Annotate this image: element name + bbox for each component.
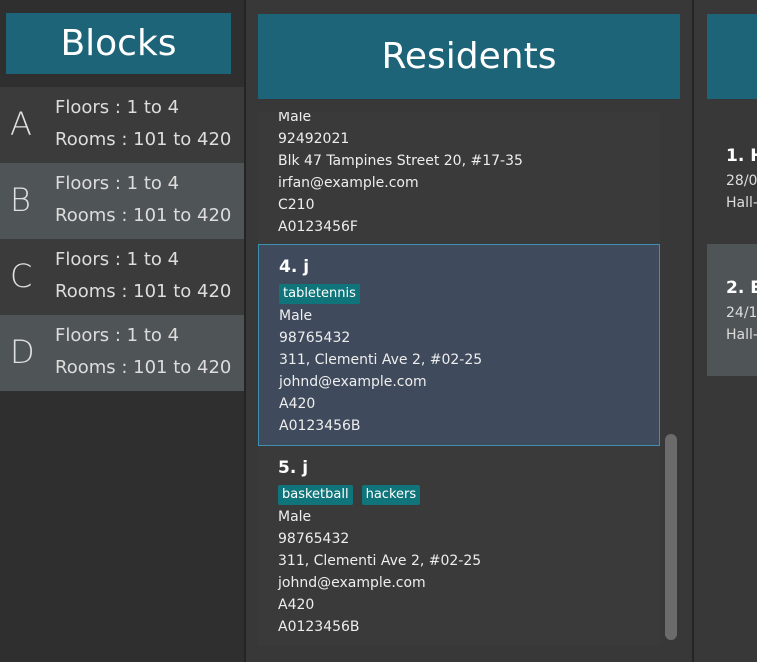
resident-matric: A0123456F bbox=[278, 219, 358, 235]
event-title: 1. H bbox=[726, 146, 757, 166]
block-item-b[interactable]: B Floors : 1 to 4 Rooms : 101 to 420 bbox=[0, 163, 244, 239]
resident-gender: Male bbox=[278, 112, 312, 125]
block-floors: Floors : 1 to 4 bbox=[55, 325, 180, 346]
resident-address: 311, Clementi Ave 2, #02-25 bbox=[278, 553, 482, 569]
resident-room: A420 bbox=[278, 597, 315, 613]
block-letter: C bbox=[10, 257, 33, 295]
resident-name: 5. j bbox=[278, 458, 309, 478]
event-date: 24/1 bbox=[726, 305, 757, 321]
event-venue: Hall- bbox=[726, 327, 757, 343]
resident-address: Blk 47 Tampines Street 20, #17-35 bbox=[278, 153, 523, 169]
block-item-a[interactable]: A Floors : 1 to 4 Rooms : 101 to 420 bbox=[0, 87, 244, 163]
block-rooms: Rooms : 101 to 420 bbox=[55, 205, 232, 226]
block-rooms: Rooms : 101 to 420 bbox=[55, 357, 232, 378]
resident-matric: A0123456B bbox=[279, 418, 361, 434]
block-rooms: Rooms : 101 to 420 bbox=[55, 129, 232, 150]
residents-list[interactable]: Male 92492021 Blk 47 Tampines Street 20,… bbox=[258, 112, 660, 646]
resident-gender: Male bbox=[278, 509, 312, 525]
resident-room: A420 bbox=[279, 396, 316, 412]
resident-email: johnd@example.com bbox=[278, 575, 426, 591]
block-rooms: Rooms : 101 to 420 bbox=[55, 281, 232, 302]
event-card[interactable]: 2. E 24/1 Hall- bbox=[707, 244, 757, 376]
events-panel: 1. H 28/0 Hall- 2. E 24/1 Hall- bbox=[694, 0, 757, 662]
residents-scrollbar[interactable] bbox=[665, 112, 677, 644]
block-letter: A bbox=[10, 105, 32, 143]
resident-matric: A0123456B bbox=[278, 619, 360, 635]
residents-title: Residents bbox=[381, 36, 557, 77]
block-floors: Floors : 1 to 4 bbox=[55, 249, 180, 270]
resident-card[interactable]: Male 92492021 Blk 47 Tampines Street 20,… bbox=[258, 112, 660, 242]
blocks-header: Blocks bbox=[6, 13, 231, 74]
block-floors: Floors : 1 to 4 bbox=[55, 173, 180, 194]
blocks-title: Blocks bbox=[60, 23, 177, 64]
event-title: 2. E bbox=[726, 278, 757, 298]
event-card[interactable]: 1. H 28/0 Hall- bbox=[707, 112, 757, 242]
block-item-d[interactable]: D Floors : 1 to 4 Rooms : 101 to 420 bbox=[0, 315, 244, 391]
resident-address: 311, Clementi Ave 2, #02-25 bbox=[279, 352, 483, 368]
resident-phone: 92492021 bbox=[278, 131, 350, 147]
block-floors: Floors : 1 to 4 bbox=[55, 97, 180, 118]
resident-gender: Male bbox=[279, 308, 313, 324]
resident-email: johnd@example.com bbox=[279, 374, 427, 390]
resident-phone: 98765432 bbox=[279, 330, 351, 346]
residents-header: Residents bbox=[258, 14, 680, 99]
block-item-c[interactable]: C Floors : 1 to 4 Rooms : 101 to 420 bbox=[0, 239, 244, 315]
event-venue: Hall- bbox=[726, 195, 757, 211]
resident-tag: hackers bbox=[361, 485, 421, 505]
resident-name: 4. j bbox=[279, 257, 310, 277]
events-header bbox=[707, 14, 757, 99]
block-letter: D bbox=[10, 333, 35, 371]
resident-tags: basketball hackers bbox=[278, 485, 421, 505]
resident-card-selected[interactable]: 4. j tabletennis Male 98765432 311, Clem… bbox=[258, 244, 660, 446]
resident-tag: tabletennis bbox=[279, 284, 360, 304]
resident-email: irfan@example.com bbox=[278, 175, 419, 191]
event-date: 28/0 bbox=[726, 173, 757, 189]
resident-room: C210 bbox=[278, 197, 315, 213]
resident-tag: basketball bbox=[278, 485, 353, 505]
resident-tags: tabletennis bbox=[279, 284, 360, 304]
residents-panel: Residents Male 92492021 Blk 47 Tampines … bbox=[246, 0, 692, 662]
resident-phone: 98765432 bbox=[278, 531, 350, 547]
resident-card[interactable]: 5. j basketball hackers Male 98765432 31… bbox=[258, 446, 660, 646]
blocks-panel: Blocks A Floors : 1 to 4 Rooms : 101 to … bbox=[0, 0, 244, 662]
block-letter: B bbox=[10, 181, 31, 219]
scrollbar-thumb[interactable] bbox=[665, 434, 677, 640]
